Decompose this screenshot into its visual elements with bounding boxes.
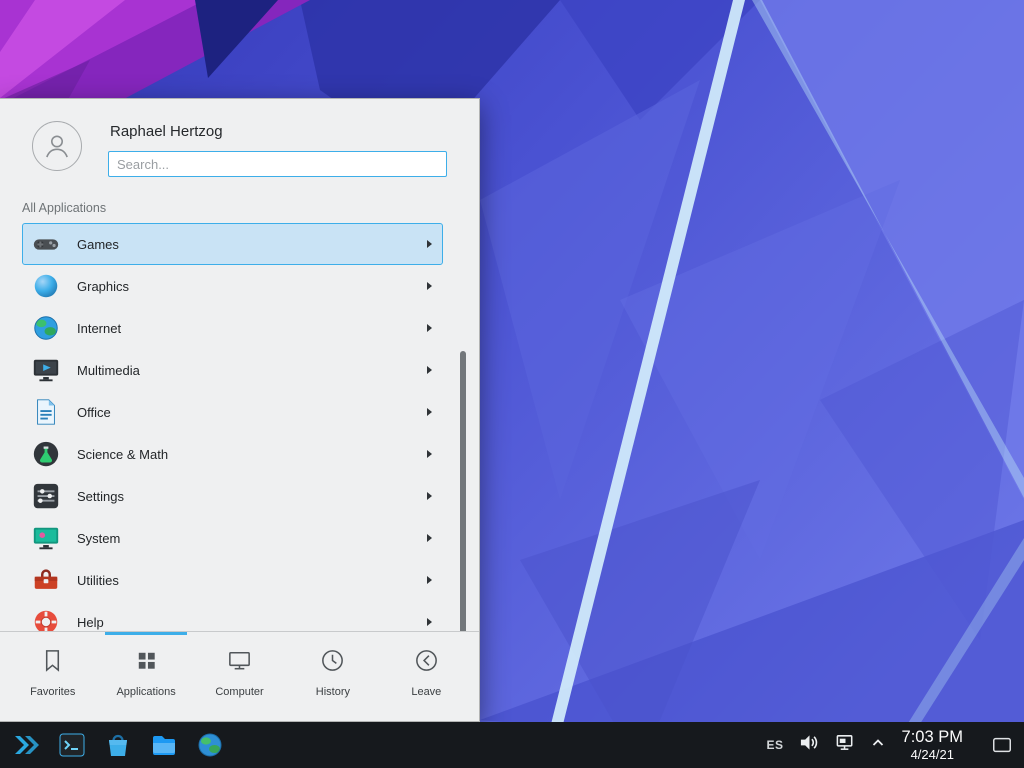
gamepad-icon bbox=[31, 229, 61, 259]
chevron-up-icon bbox=[871, 736, 885, 750]
submenu-arrow-icon bbox=[427, 408, 432, 416]
volume-button[interactable] bbox=[799, 732, 820, 758]
category-label: Help bbox=[77, 615, 427, 630]
browser-button[interactable] bbox=[192, 726, 228, 764]
keyboard-layout-indicator[interactable]: ES bbox=[767, 738, 784, 752]
toolbox-icon bbox=[31, 565, 61, 595]
clock[interactable]: 7:03 PM 4/24/21 bbox=[902, 728, 963, 763]
user-name: Raphael Hertzog bbox=[110, 123, 447, 140]
submenu-arrow-icon bbox=[427, 492, 432, 500]
tab-favorites[interactable]: Favorites bbox=[6, 632, 99, 721]
submenu-arrow-icon bbox=[427, 618, 432, 626]
tab-label: Computer bbox=[215, 686, 263, 698]
document-icon bbox=[31, 397, 61, 427]
category-office[interactable]: Office bbox=[22, 391, 443, 433]
bookmark-icon bbox=[39, 647, 66, 679]
submenu-arrow-icon bbox=[427, 534, 432, 542]
submenu-arrow-icon bbox=[427, 324, 432, 332]
folder-icon bbox=[150, 731, 178, 759]
category-label: Graphics bbox=[77, 279, 427, 294]
tab-computer[interactable]: Computer bbox=[193, 632, 286, 721]
leave-icon bbox=[413, 647, 440, 679]
category-science-math[interactable]: Science & Math bbox=[22, 433, 443, 475]
category-label: Science & Math bbox=[77, 447, 427, 462]
category-label: Games bbox=[77, 237, 427, 252]
file-manager-button[interactable] bbox=[146, 726, 182, 764]
terminal-icon bbox=[58, 731, 86, 759]
sliders-icon bbox=[31, 481, 61, 511]
category-multimedia[interactable]: Multimedia bbox=[22, 349, 443, 391]
section-label: All Applications bbox=[22, 201, 479, 215]
category-graphics[interactable]: Graphics bbox=[22, 265, 443, 307]
speaker-icon bbox=[799, 732, 820, 753]
media-screen-icon bbox=[31, 355, 61, 385]
category-label: Utilities bbox=[77, 573, 427, 588]
flask-icon bbox=[31, 439, 61, 469]
category-label: Office bbox=[77, 405, 427, 420]
clock-date: 4/24/21 bbox=[902, 747, 963, 762]
launcher-header: Raphael Hertzog bbox=[0, 99, 479, 187]
tab-history[interactable]: History bbox=[286, 632, 379, 721]
category-help[interactable]: Help bbox=[22, 601, 443, 631]
category-label: System bbox=[77, 531, 427, 546]
avatar[interactable] bbox=[32, 121, 82, 171]
history-clock-icon bbox=[319, 647, 346, 679]
submenu-arrow-icon bbox=[427, 366, 432, 374]
user-icon bbox=[41, 130, 73, 162]
submenu-arrow-icon bbox=[427, 240, 432, 248]
search-input[interactable] bbox=[108, 151, 447, 177]
show-desktop-icon bbox=[991, 734, 1013, 756]
monitor-icon bbox=[31, 523, 61, 553]
globe-icon bbox=[31, 313, 61, 343]
discover-icon bbox=[104, 731, 132, 759]
scrollbar[interactable] bbox=[460, 351, 466, 631]
network-button[interactable] bbox=[835, 732, 856, 758]
category-label: Multimedia bbox=[77, 363, 427, 378]
discover-button[interactable] bbox=[100, 726, 136, 764]
terminal-button[interactable] bbox=[54, 726, 90, 764]
expand-tray-button[interactable] bbox=[871, 736, 885, 755]
app-launcher-button[interactable] bbox=[8, 726, 44, 764]
app-launcher-icon bbox=[12, 731, 40, 759]
tab-label: Leave bbox=[411, 686, 441, 698]
tab-applications[interactable]: Applications bbox=[99, 632, 192, 721]
category-utilities[interactable]: Utilities bbox=[22, 559, 443, 601]
category-label: Settings bbox=[77, 489, 427, 504]
system-tray: ES 7:03 PM 4/24/21 bbox=[767, 726, 1016, 764]
taskbar: ES 7:03 PM 4/24/21 bbox=[0, 722, 1024, 768]
category-list: Games Graphics Internet Multimedia bbox=[0, 223, 479, 631]
clock-time: 7:03 PM bbox=[902, 728, 963, 747]
category-label: Internet bbox=[77, 321, 427, 336]
submenu-arrow-icon bbox=[427, 450, 432, 458]
computer-icon bbox=[226, 647, 253, 679]
scrollbar-thumb[interactable] bbox=[460, 351, 466, 631]
tab-label: History bbox=[316, 686, 350, 698]
tab-label: Favorites bbox=[30, 686, 75, 698]
lifebuoy-icon bbox=[31, 607, 61, 631]
sphere-icon bbox=[31, 271, 61, 301]
app-grid-icon bbox=[133, 647, 160, 679]
launcher-tab-bar: Favorites Applications Computer History … bbox=[0, 631, 479, 721]
category-games[interactable]: Games bbox=[22, 223, 443, 265]
submenu-arrow-icon bbox=[427, 282, 432, 290]
category-system[interactable]: System bbox=[22, 517, 443, 559]
browser-icon bbox=[196, 731, 224, 759]
network-icon bbox=[835, 732, 856, 753]
show-desktop-button[interactable] bbox=[988, 726, 1016, 764]
application-launcher-menu: Raphael Hertzog All Applications Games G… bbox=[0, 98, 480, 722]
category-internet[interactable]: Internet bbox=[22, 307, 443, 349]
tab-label: Applications bbox=[116, 686, 175, 698]
submenu-arrow-icon bbox=[427, 576, 432, 584]
category-settings[interactable]: Settings bbox=[22, 475, 443, 517]
tab-leave[interactable]: Leave bbox=[380, 632, 473, 721]
